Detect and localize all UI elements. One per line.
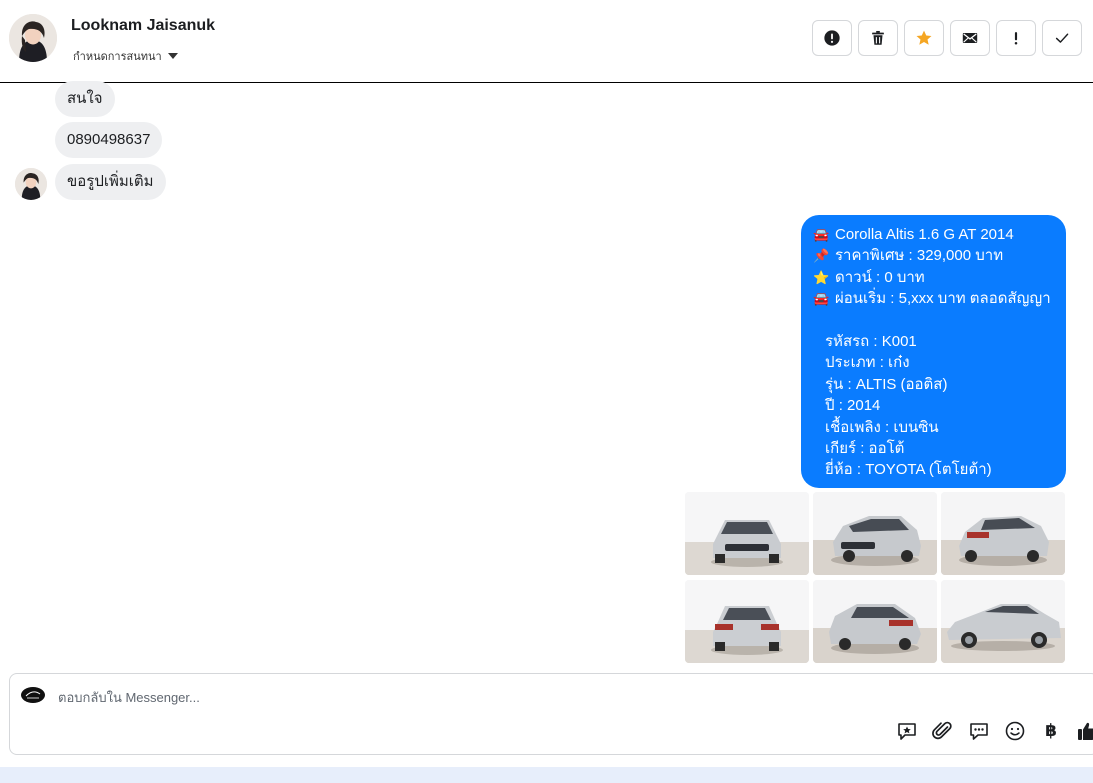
chat-bubble-icon <box>970 723 988 740</box>
exclamation-icon <box>1014 32 1018 45</box>
like-button[interactable] <box>1076 720 1093 742</box>
message-line: 📌 ราคาพิเศษ : 329,000 บาท <box>813 245 1054 266</box>
message-line-text: Corolla Altis 1.6 G AT 2014 <box>835 226 1014 243</box>
envelope-icon <box>962 33 978 43</box>
car-photo-rear[interactable] <box>685 580 809 663</box>
car-photo-front[interactable] <box>685 492 809 575</box>
detail-line: รหัสรถ : K001 <box>825 333 917 351</box>
attach-button[interactable] <box>932 720 954 742</box>
emoji-icon <box>1005 721 1025 741</box>
spam-button[interactable] <box>812 20 852 56</box>
contact-name: Looknam Jaisanuk <box>71 17 216 34</box>
pushpin-icon: 📌 <box>813 248 830 264</box>
star-button[interactable] <box>904 20 944 56</box>
contact-avatar[interactable] <box>9 14 57 62</box>
footer-strip <box>0 767 1093 783</box>
check-icon <box>1055 33 1069 43</box>
emoji-button[interactable] <box>1004 720 1026 742</box>
car-photo-side[interactable] <box>941 580 1065 663</box>
caret-down-icon <box>167 53 178 59</box>
saved-reply-button[interactable] <box>896 720 918 742</box>
detail-line: ยี่ห้อ : TOYOTA (โตโยต้า) <box>825 461 992 479</box>
incoming-message[interactable]: สนใจ <box>55 81 115 117</box>
mark-done-button[interactable] <box>1042 20 1082 56</box>
message-line: 🚘 Corolla Altis 1.6 G AT 2014 <box>813 224 1054 245</box>
car-icon: 🚘 <box>813 291 830 307</box>
contact-avatar-small[interactable] <box>15 168 47 200</box>
detail-line: ปี : 2014 <box>825 397 881 415</box>
delete-button[interactable] <box>858 20 898 56</box>
outgoing-message[interactable]: 🚘 Corolla Altis 1.6 G AT 2014 📌 ราคาพิเศษ … <box>801 215 1066 488</box>
photo-grid <box>685 492 1065 663</box>
composer-tools: ฿ <box>896 720 1093 742</box>
conversation-header: Looknam Jaisanuk กำหนดการสนทนา <box>0 0 1093 83</box>
star-icon: ⭐ <box>813 269 830 285</box>
detail-line: เกียร์ : ออโต้ <box>825 440 905 458</box>
conversation-schedule-dropdown[interactable]: กำหนดการสนทนา <box>73 47 178 65</box>
star-icon <box>916 30 932 45</box>
message-line-text: ผ่อนเริ่ม : 5,xxx บาท ตลอดสัญญา <box>835 290 1051 308</box>
reply-input[interactable]: ตอบกลับใน Messenger... <box>58 687 200 708</box>
incoming-message[interactable]: 0890498637 <box>55 122 163 158</box>
header-actions <box>812 20 1082 56</box>
conversation-schedule-label: กำหนดการสนทนา <box>73 51 162 63</box>
car-photo-rear-left[interactable] <box>813 580 937 663</box>
page-logo-icon <box>20 685 46 705</box>
message-line: ⭐ ดาวน์ : 0 บาท <box>813 267 1054 288</box>
thumbs-up-icon <box>1078 722 1093 740</box>
attachment-icon <box>932 721 952 740</box>
follow-up-button[interactable] <box>996 20 1036 56</box>
car-icon: 🚘 <box>813 227 830 242</box>
mark-unread-button[interactable] <box>950 20 990 56</box>
car-photo-rear-right[interactable] <box>941 492 1065 575</box>
detail-line: เชื้อเพลิง : เบนซิน <box>825 418 939 436</box>
detail-line: ประเภท : เก๋ง <box>825 354 910 372</box>
saved-reply-icon <box>898 723 916 740</box>
incoming-message[interactable]: ขอรูปเพิ่มเติม <box>55 164 166 200</box>
car-photo-front-left[interactable] <box>813 492 937 575</box>
message-line-text: ดาวน์ : 0 บาท <box>835 268 925 286</box>
payment-button[interactable]: ฿ <box>1040 720 1062 742</box>
quick-replies-button[interactable] <box>968 720 990 742</box>
baht-icon: ฿ <box>1045 721 1057 740</box>
detail-line: รุ่น : ALTIS (ออติส) <box>825 375 948 393</box>
message-line-text: ราคาพิเศษ : 329,000 บาท <box>835 247 1004 265</box>
message-composer: ตอบกลับใน Messenger... ฿ <box>9 673 1093 755</box>
alert-circle-icon <box>824 30 840 46</box>
trash-icon <box>872 30 884 45</box>
message-line: 🚘 ผ่อนเริ่ม : 5,xxx บาท ตลอดสัญญา <box>813 288 1054 309</box>
